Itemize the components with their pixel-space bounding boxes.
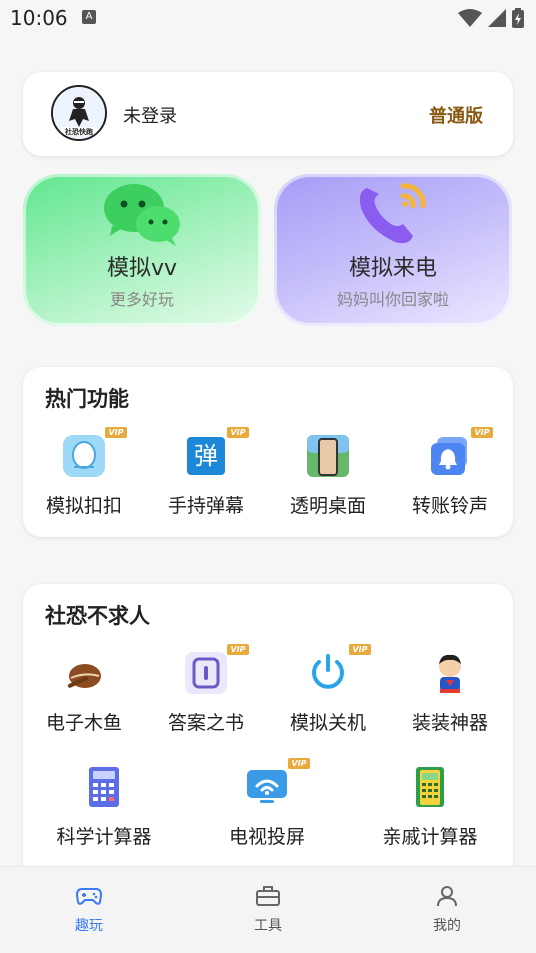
grid-item-transparent-desktop[interactable]: 透明桌面 [267, 433, 389, 518]
tab-tools[interactable]: 工具 [218, 885, 318, 935]
grid-item-label: 转账铃声 [411, 495, 488, 517]
toolbox-icon [256, 886, 280, 906]
grid-item-label: 亲戚计算器 [382, 826, 478, 848]
login-status[interactable]: 未登录 [123, 102, 177, 128]
tab-play[interactable]: 趣玩 [39, 885, 139, 935]
grid-item-relative-calculator[interactable]: 亲戚计算器 [369, 764, 491, 849]
feature-card-fake-wechat[interactable]: 模拟vv 更多好玩 [23, 174, 261, 326]
avatar-image: 社恐快跑 [53, 87, 105, 139]
tab-label: 我的 [433, 918, 461, 934]
grid-item-label: 模拟关机 [289, 712, 366, 734]
vip-badge: VIP [349, 644, 371, 655]
grid-item-tv-cast[interactable]: VIP 电视投屏 [206, 758, 328, 849]
hot-functions-section: 热门功能 VIP 模拟扣扣 弹 VIP 手持弹幕 透明桌面 VIP 转账铃声 [23, 367, 513, 537]
phone-call-icon [359, 183, 426, 244]
gamepad-icon [75, 888, 103, 905]
transparent-desktop-icon [307, 435, 349, 477]
feature-card-fake-call[interactable]: 模拟来电 妈妈叫你回家啦 [274, 174, 512, 326]
grid-item-wooden-fish[interactable]: 电子木鱼 [23, 650, 145, 735]
account-card[interactable]: 社恐快跑 未登录 普通版 [23, 72, 513, 156]
grid-item-label: 电子木鱼 [45, 712, 122, 734]
tab-label: 趣玩 [75, 918, 103, 934]
superhero-icon [439, 654, 461, 693]
feature-subtitle: 妈妈叫你回家啦 [336, 290, 449, 309]
grid-item-danmaku[interactable]: 弹 VIP 手持弹幕 [145, 427, 267, 518]
feature-title: 模拟来电 [348, 256, 437, 281]
tv-cast-icon [247, 770, 287, 803]
grid-item-label: 电视投屏 [228, 826, 305, 848]
grid-item-answer-book[interactable]: VIP 答案之书 [145, 644, 267, 735]
vip-badge: VIP [227, 644, 249, 655]
grid-item-transfer-ringtone[interactable]: VIP 转账铃声 [389, 427, 511, 518]
feature-subtitle: 更多好玩 [109, 290, 174, 309]
vip-badge: VIP [288, 758, 310, 769]
battery-icon [512, 8, 524, 28]
grid-item-label: 模拟扣扣 [45, 495, 122, 517]
status-time: 10:06 [10, 6, 68, 30]
wooden-fish-icon [67, 664, 101, 688]
answer-book-icon [185, 652, 227, 694]
calculator-icon [89, 767, 119, 807]
social-helper-section: 社恐不求人 电子木鱼 VIP 答案之书 VIP 模拟关机 装装神器 科学计算器 … [23, 584, 513, 880]
grid-item-fake-qq[interactable]: VIP 模拟扣扣 [23, 427, 145, 518]
wechat-icon [104, 184, 180, 246]
tab-mine[interactable]: 我的 [397, 885, 497, 935]
tab-label: 工具 [254, 918, 282, 934]
vip-badge: VIP [227, 427, 249, 438]
grid-item-label: 装装神器 [411, 712, 488, 734]
svg-text:社恐快跑: 社恐快跑 [64, 127, 93, 136]
bell-icon [431, 437, 467, 475]
grid-item-label: 科学计算器 [56, 826, 152, 848]
grid-item-label: 透明桌面 [289, 495, 366, 517]
user-icon [437, 886, 457, 907]
status-bar: 10:06 A [0, 0, 536, 36]
danmaku-icon: 弹 [187, 437, 225, 475]
relative-calculator-icon [416, 767, 444, 807]
edition-badge[interactable]: 普通版 [429, 102, 483, 128]
vip-badge: VIP [471, 427, 493, 438]
grid-item-label: 答案之书 [167, 712, 244, 734]
vip-badge: VIP [105, 427, 127, 438]
signal-icon [488, 9, 506, 27]
grid-item-fake-shutdown[interactable]: VIP 模拟关机 [267, 644, 389, 735]
grid-item-pretend-tool[interactable]: 装装神器 [389, 650, 511, 735]
section-title: 热门功能 [45, 387, 129, 411]
grid-item-scientific-calculator[interactable]: 科学计算器 [43, 764, 165, 849]
wifi-icon [458, 9, 482, 27]
power-icon [312, 654, 344, 689]
bottom-tab-bar: 趣玩 工具 我的 [0, 866, 536, 953]
qq-icon [63, 435, 105, 477]
avatar[interactable]: 社恐快跑 [51, 85, 107, 141]
feature-title: 模拟vv [106, 256, 178, 281]
section-title: 社恐不求人 [45, 604, 150, 628]
grid-item-label: 手持弹幕 [167, 495, 244, 517]
notification-icon: A [82, 10, 96, 24]
